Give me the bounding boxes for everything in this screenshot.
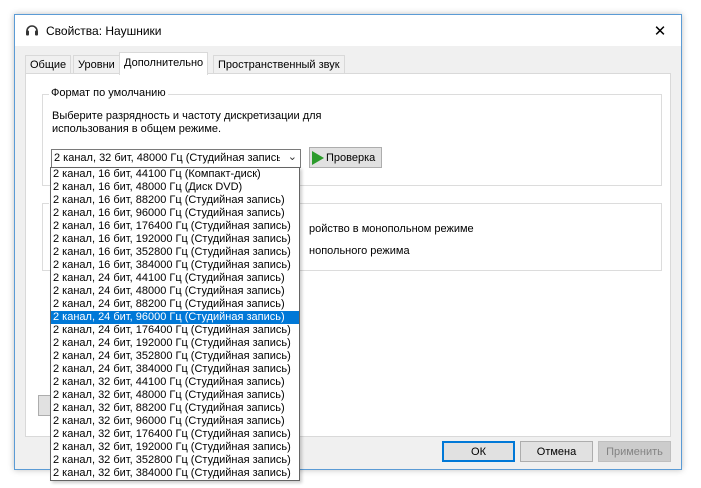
- chevron-down-icon: ⌄: [287, 151, 297, 163]
- dropdown-option[interactable]: 2 канал, 24 бит, 384000 Гц (Студийная за…: [51, 363, 299, 376]
- exclusive-mode-option-2-label: нопольного режима: [309, 245, 410, 257]
- format-dropdown-list[interactable]: 2 канал, 16 бит, 44100 Гц (Компакт-диск)…: [50, 167, 300, 481]
- dropdown-option[interactable]: 2 канал, 24 бит, 44100 Гц (Студийная зап…: [51, 272, 299, 285]
- close-button[interactable]: ✕: [639, 15, 681, 46]
- dropdown-option[interactable]: 2 канал, 32 бит, 48000 Гц (Студийная зап…: [51, 389, 299, 402]
- dropdown-option[interactable]: 2 канал, 16 бит, 352800 Гц (Студийная за…: [51, 246, 299, 259]
- default-format-title: Формат по умолчанию: [49, 87, 168, 99]
- dropdown-option[interactable]: 2 канал, 16 бит, 44100 Гц (Компакт-диск): [51, 168, 299, 181]
- dropdown-option[interactable]: 2 канал, 32 бит, 44100 Гц (Студийная зап…: [51, 376, 299, 389]
- test-button-label: Проверка: [326, 151, 376, 164]
- dropdown-option[interactable]: 2 канал, 16 бит, 192000 Гц (Студийная за…: [51, 233, 299, 246]
- dropdown-option[interactable]: 2 канал, 32 бит, 88200 Гц (Студийная зап…: [51, 402, 299, 415]
- default-format-select[interactable]: 2 канал, 32 бит, 48000 Гц (Студийная зап…: [51, 149, 301, 168]
- default-format-description-line2: использования в общем режиме.: [52, 123, 222, 135]
- dropdown-option[interactable]: 2 канал, 16 бит, 96000 Гц (Студийная зап…: [51, 207, 299, 220]
- default-format-description-line1: Выберите разрядность и частоту дискретиз…: [52, 110, 322, 122]
- headphones-icon: [26, 25, 38, 36]
- play-icon: [312, 150, 324, 165]
- test-button[interactable]: Проверка: [309, 147, 382, 168]
- dropdown-option[interactable]: 2 канал, 16 бит, 176400 Гц (Студийная за…: [51, 220, 299, 233]
- default-format-selected-value: 2 канал, 32 бит, 48000 Гц (Студийная зап…: [54, 152, 280, 164]
- dropdown-option[interactable]: 2 канал, 16 бит, 88200 Гц (Студийная зап…: [51, 194, 299, 207]
- tab-advanced[interactable]: Дополнительно: [119, 52, 209, 75]
- cancel-button[interactable]: Отмена: [520, 441, 593, 462]
- dropdown-option[interactable]: 2 канал, 24 бит, 192000 Гц (Студийная за…: [51, 337, 299, 350]
- dropdown-option[interactable]: 2 канал, 24 бит, 48000 Гц (Студийная зап…: [51, 285, 299, 298]
- dropdown-option[interactable]: 2 канал, 24 бит, 96000 Гц (Студийная зап…: [51, 311, 299, 324]
- dropdown-option[interactable]: 2 канал, 32 бит, 384000 Гц (Студийная за…: [51, 467, 299, 480]
- close-icon: ✕: [653, 22, 667, 40]
- exclusive-mode-option-1-label: ройство в монопольном режиме: [309, 223, 474, 235]
- title-bar: Свойства: Наушники ✕: [15, 15, 681, 46]
- tab-levels[interactable]: Уровни: [73, 55, 120, 74]
- dropdown-option[interactable]: 2 канал, 24 бит, 352800 Гц (Студийная за…: [51, 350, 299, 363]
- apply-button[interactable]: Применить: [598, 441, 671, 462]
- dropdown-option[interactable]: 2 канал, 16 бит, 48000 Гц (Диск DVD): [51, 181, 299, 194]
- dropdown-option[interactable]: 2 канал, 32 бит, 192000 Гц (Студийная за…: [51, 441, 299, 454]
- dropdown-option[interactable]: 2 канал, 32 бит, 176400 Гц (Студийная за…: [51, 428, 299, 441]
- dropdown-option[interactable]: 2 канал, 24 бит, 176400 Гц (Студийная за…: [51, 324, 299, 337]
- ok-button[interactable]: ОК: [442, 441, 515, 462]
- dropdown-option[interactable]: 2 канал, 32 бит, 96000 Гц (Студийная зап…: [51, 415, 299, 428]
- dropdown-option[interactable]: 2 канал, 24 бит, 88200 Гц (Студийная зап…: [51, 298, 299, 311]
- window-title: Свойства: Наушники: [46, 24, 162, 38]
- dropdown-option[interactable]: 2 канал, 16 бит, 384000 Гц (Студийная за…: [51, 259, 299, 272]
- tab-general[interactable]: Общие: [25, 55, 72, 74]
- dropdown-option[interactable]: 2 канал, 32 бит, 352800 Гц (Студийная за…: [51, 454, 299, 467]
- tab-spatial-sound[interactable]: Пространственный звук: [213, 55, 345, 74]
